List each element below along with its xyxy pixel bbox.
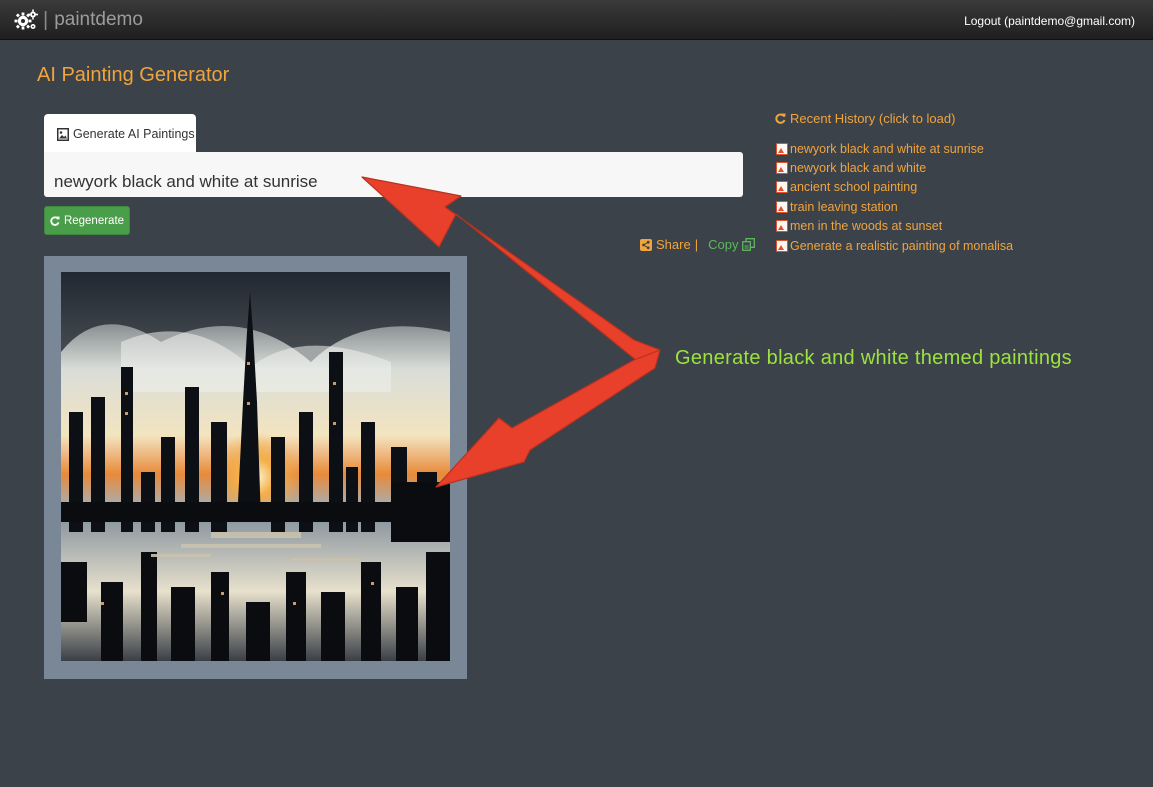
share-copy-row: Share | Copy: [640, 237, 756, 252]
picture-icon: [776, 162, 788, 175]
history-item[interactable]: newyork black and white: [776, 158, 1013, 177]
picture-icon: [776, 181, 788, 194]
history-item-label: train leaving station: [790, 199, 898, 214]
picture-icon: [57, 127, 69, 141]
copy-label: Copy: [708, 237, 739, 252]
regenerate-label: Regenerate: [63, 214, 125, 227]
brand-name: paintdemo: [54, 9, 143, 30]
refresh-icon: [775, 113, 786, 124]
history-item[interactable]: ancient school painting: [776, 178, 1013, 197]
picture-icon: [776, 220, 788, 233]
gears-icon: [14, 9, 38, 30]
history-item-label: newyork black and white: [790, 161, 927, 176]
refresh-icon: [50, 216, 60, 226]
prompt-input[interactable]: [44, 166, 743, 197]
copy-link[interactable]: Copy: [708, 237, 756, 252]
tab-label: Generate AI Paintings: [73, 127, 195, 141]
picture-icon: [776, 142, 788, 155]
generated-painting[interactable]: [61, 272, 450, 661]
history-item[interactable]: men in the woods at sunset: [776, 217, 1013, 236]
regenerate-button[interactable]: Regenerate: [44, 206, 130, 235]
history-item[interactable]: Generate a realistic painting of monalis…: [776, 236, 1013, 255]
history-list: newyork black and white at sunrise newyo…: [776, 139, 1013, 255]
arrow-lower: [435, 349, 661, 488]
share-icon: [640, 238, 652, 251]
history-item-label: newyork black and white at sunrise: [790, 141, 984, 156]
history-title-text: Recent History (click to load): [790, 111, 956, 126]
history-item[interactable]: train leaving station: [776, 197, 1013, 216]
share-separator: |: [694, 237, 699, 252]
annotation-text: Generate black and white themed painting…: [675, 347, 1072, 369]
tab-generate-ai-paintings[interactable]: Generate AI Paintings: [44, 114, 196, 154]
logout-link[interactable]: Logout (paintdemo@gmail.com): [964, 14, 1135, 28]
copy-icon: [742, 238, 756, 251]
painting-frame: [44, 256, 467, 679]
history-item-label: Generate a realistic painting of monalis…: [790, 238, 1014, 253]
history-item-label: ancient school painting: [790, 180, 918, 195]
brand[interactable]: | paintdemo: [14, 8, 143, 32]
share-link[interactable]: Share: [640, 237, 691, 252]
page-title: AI Painting Generator: [37, 64, 230, 86]
history-title: Recent History (click to load): [775, 111, 955, 126]
brand-separator: |: [43, 8, 49, 31]
picture-icon: [776, 239, 788, 252]
share-label: Share: [656, 237, 691, 252]
history-item-label: men in the woods at sunset: [790, 219, 943, 234]
top-navbar: | paintdemo Logout (paintdemo@gmail.com): [0, 0, 1153, 40]
prompt-panel: [44, 152, 743, 197]
history-item[interactable]: newyork black and white at sunrise: [776, 139, 1013, 158]
picture-icon: [776, 200, 788, 213]
